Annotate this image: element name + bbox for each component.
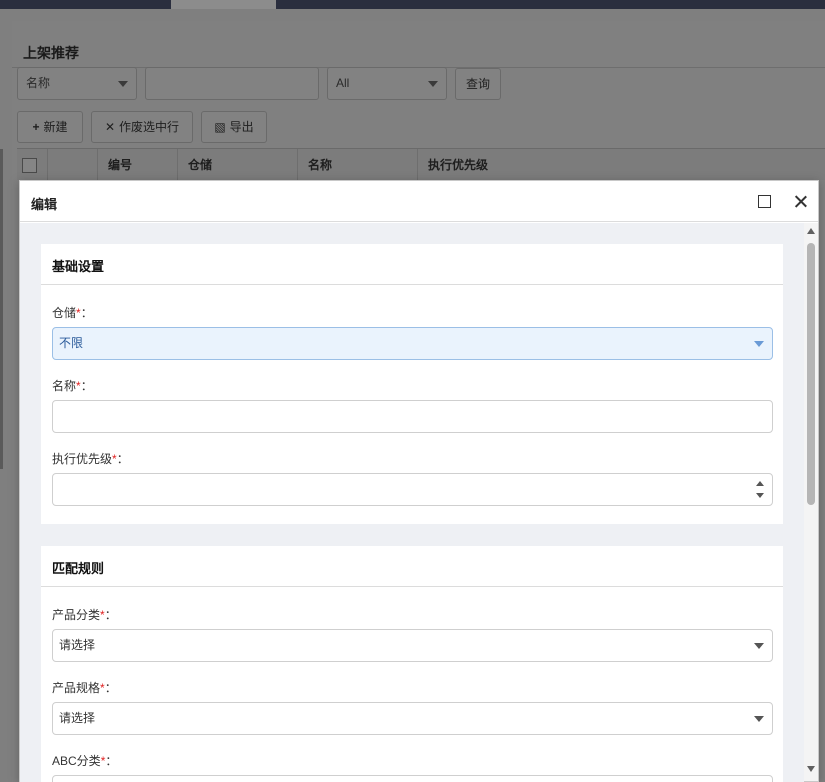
void-selected-button-label: 作废选中行 — [119, 120, 180, 134]
chevron-down-icon — [428, 81, 438, 87]
dialog-header: 编辑 — [20, 181, 818, 222]
active-page-tab[interactable] — [171, 0, 276, 9]
filter-status-select[interactable]: All — [327, 67, 447, 100]
filter-search-input[interactable] — [145, 67, 319, 100]
scroll-up-arrow-icon[interactable] — [807, 228, 815, 234]
field-label-product-category: 产品分类*： — [52, 608, 117, 622]
filter-field-select-value: 名称 — [26, 76, 51, 90]
close-icon[interactable] — [792, 192, 810, 210]
left-edge-strip — [0, 149, 3, 469]
field-label-priority: 执行优先级*： — [52, 452, 129, 466]
section-matching-rules: 匹配规则 产品分类*： 请选择 产品规格*： 请选择 ABC分类*： — [41, 546, 783, 782]
excel-file-icon: ▧ — [214, 120, 226, 134]
void-selected-button[interactable]: ✕ 作废选中行 — [91, 111, 193, 143]
product-spec-select-value: 请选择 — [59, 711, 96, 725]
field-label-warehouse: 仓储*： — [52, 306, 93, 320]
spinner-down-icon[interactable] — [756, 493, 764, 498]
chevron-down-icon — [754, 643, 764, 649]
filter-field-select[interactable]: 名称 — [17, 67, 137, 100]
table-header-col-blank — [47, 149, 97, 181]
table-header-col-warehouse[interactable]: 仓储 — [177, 149, 297, 181]
table-header-col-name[interactable]: 名称 — [297, 149, 417, 181]
spinner-up-icon[interactable] — [756, 481, 764, 486]
filter-status-select-value: All — [336, 76, 350, 90]
section-title: 基础设置 — [52, 259, 105, 274]
panel-title: 上架推荐 — [23, 45, 79, 61]
product-spec-select[interactable]: 请选择 — [52, 702, 773, 735]
warehouse-select[interactable]: 不限 — [52, 327, 773, 360]
query-button[interactable]: 查询 — [455, 68, 501, 100]
export-button[interactable]: ▧ 导出 — [201, 111, 267, 143]
export-button-label: 导出 — [229, 120, 254, 134]
dialog-scrollbar[interactable] — [804, 223, 818, 781]
table-header-col-priority[interactable]: 执行优先级 — [417, 149, 825, 181]
table-header: 编号 仓储 名称 执行优先级 — [17, 148, 825, 181]
top-navigation-bar — [0, 0, 825, 9]
name-input[interactable] — [52, 400, 773, 433]
section-basic-settings: 基础设置 仓储*： 不限 名称*： 执行优先级*： — [41, 244, 783, 524]
product-category-select-value: 请选择 — [59, 638, 96, 652]
chevron-down-icon — [118, 81, 128, 87]
edit-dialog: 编辑 基础设置 仓储*： 不限 名称*： 执行优先级*： 匹配规则 产品分类*：… — [19, 180, 819, 782]
query-button-label: 查询 — [465, 77, 490, 91]
product-category-select[interactable]: 请选择 — [52, 629, 773, 662]
chevron-down-icon — [754, 716, 764, 722]
chevron-down-icon — [754, 341, 764, 347]
new-button-label: 新建 — [43, 120, 68, 134]
maximize-icon[interactable] — [758, 195, 771, 208]
section-divider — [41, 586, 783, 587]
new-button[interactable]: + 新建 — [17, 111, 83, 143]
table-header-col-code[interactable]: 编号 — [97, 149, 177, 181]
field-label-product-spec: 产品规格*： — [52, 681, 117, 695]
scroll-thumb[interactable] — [807, 243, 815, 505]
scroll-down-arrow-icon[interactable] — [807, 766, 815, 772]
plus-icon: + — [32, 120, 40, 134]
abc-category-select[interactable] — [52, 775, 773, 782]
dialog-title: 编辑 — [31, 197, 58, 212]
times-icon: ✕ — [104, 120, 116, 134]
field-label-name: 名称*： — [52, 379, 93, 393]
select-all-checkbox[interactable] — [22, 158, 37, 173]
priority-number-input[interactable] — [52, 473, 773, 506]
section-title: 匹配规则 — [52, 561, 105, 576]
warehouse-select-value: 不限 — [59, 336, 84, 350]
dialog-body: 基础设置 仓储*： 不限 名称*： 执行优先级*： 匹配规则 产品分类*： 请选… — [20, 223, 804, 782]
section-divider — [41, 284, 783, 285]
field-label-abc-category: ABC分类*： — [52, 754, 118, 768]
